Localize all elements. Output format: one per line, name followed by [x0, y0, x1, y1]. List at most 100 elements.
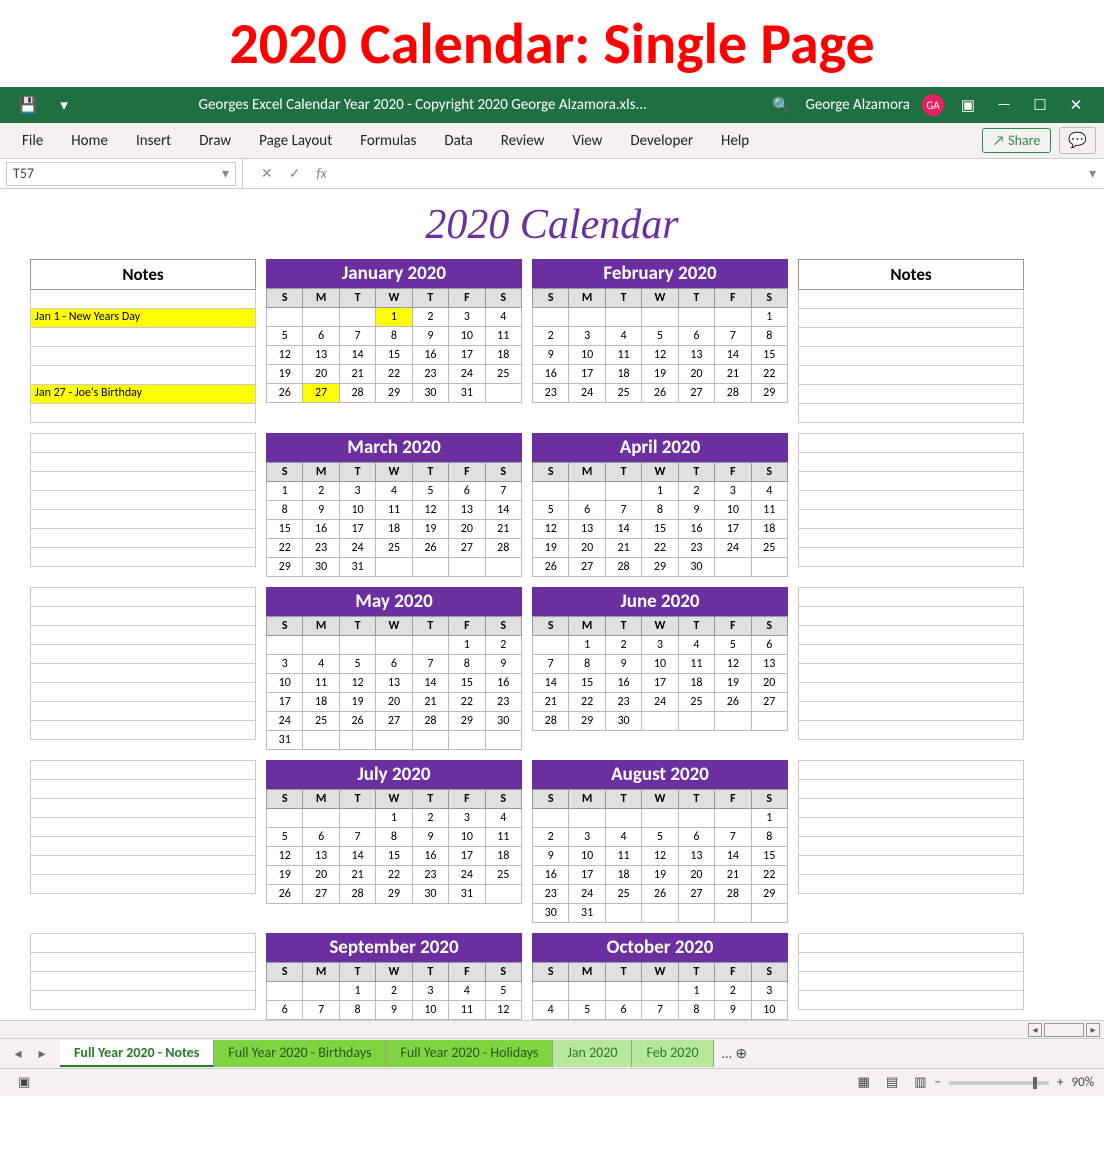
calendar-cell[interactable]: 8 [376, 828, 412, 847]
calendar-cell[interactable]: 20 [678, 365, 714, 384]
calendar-cell[interactable]: 28 [485, 539, 521, 558]
calendar-cell[interactable]: 22 [449, 693, 485, 712]
calendar-cell[interactable]: 29 [751, 885, 787, 904]
note-row[interactable] [31, 529, 255, 548]
calendar-cell[interactable]: 26 [267, 885, 303, 904]
zoom-in[interactable]: + [1057, 1075, 1063, 1090]
calendar-cell[interactable]: 18 [605, 866, 641, 885]
calendar-cell[interactable]: 9 [533, 847, 569, 866]
note-row[interactable] [799, 818, 1023, 837]
note-row[interactable] [799, 664, 1023, 683]
calendar-cell[interactable] [339, 636, 375, 655]
note-row[interactable] [799, 290, 1023, 309]
note-row[interactable] [799, 347, 1023, 366]
zoom-out[interactable]: − [935, 1075, 941, 1090]
calendar-cell[interactable]: 30 [485, 712, 521, 731]
calendar-cell[interactable]: 16 [485, 674, 521, 693]
calendar-cell[interactable]: 7 [715, 327, 751, 346]
calendar-cell[interactable]: 4 [485, 308, 521, 327]
calendar-cell[interactable]: 5 [339, 655, 375, 674]
note-row[interactable] [31, 328, 255, 347]
calendar-cell[interactable]: 8 [678, 1001, 714, 1020]
calendar-cell[interactable]: 4 [751, 482, 787, 501]
calendar-cell[interactable] [751, 712, 787, 731]
calendar-cell[interactable]: 13 [376, 674, 412, 693]
calendar-cell[interactable]: 9 [376, 1001, 412, 1020]
calendar-cell[interactable]: 19 [533, 539, 569, 558]
calendar-cell[interactable]: 2 [303, 482, 339, 501]
calendar-cell[interactable]: 25 [303, 712, 339, 731]
calendar-cell[interactable] [376, 731, 412, 750]
calendar-cell[interactable]: 28 [533, 712, 569, 731]
calendar-cell[interactable]: 31 [267, 731, 303, 750]
note-row[interactable] [31, 702, 255, 721]
fx-icon[interactable]: fx [316, 165, 326, 182]
note-row[interactable] [31, 837, 255, 856]
note-row[interactable] [799, 309, 1023, 328]
note-row[interactable] [31, 434, 255, 453]
name-box[interactable]: T57▾ [6, 162, 236, 186]
calendar-cell[interactable]: 17 [569, 866, 605, 885]
calendar-cell[interactable]: 24 [569, 885, 605, 904]
note-row[interactable] [799, 837, 1023, 856]
calendar-cell[interactable]: 1 [751, 308, 787, 327]
ribbon-tab-page-layout[interactable]: Page Layout [245, 132, 346, 150]
calendar-cell[interactable]: 2 [412, 809, 448, 828]
ribbon-tab-home[interactable]: Home [57, 132, 122, 150]
calendar-cell[interactable]: 19 [715, 674, 751, 693]
enter-icon[interactable]: ✓ [289, 165, 301, 182]
calendar-cell[interactable]: 3 [449, 308, 485, 327]
note-row[interactable] [799, 453, 1023, 472]
calendar-cell[interactable] [678, 809, 714, 828]
calendar-cell[interactable]: 4 [303, 655, 339, 674]
calendar-cell[interactable]: 19 [339, 693, 375, 712]
calendar-cell[interactable]: 2 [605, 636, 641, 655]
calendar-cell[interactable]: 4 [449, 982, 485, 1001]
calendar-cell[interactable]: 2 [533, 327, 569, 346]
calendar-cell[interactable] [339, 809, 375, 828]
calendar-cell[interactable]: 12 [715, 655, 751, 674]
calendar-cell[interactable]: 28 [715, 384, 751, 403]
calendar-cell[interactable]: 14 [715, 847, 751, 866]
calendar-cell[interactable]: 23 [412, 365, 448, 384]
calendar-cell[interactable]: 21 [339, 365, 375, 384]
calendar-cell[interactable] [642, 809, 678, 828]
calendar-cell[interactable]: 22 [376, 866, 412, 885]
calendar-cell[interactable]: 12 [267, 847, 303, 866]
note-row[interactable] [799, 607, 1023, 626]
calendar-cell[interactable] [533, 308, 569, 327]
calendar-cell[interactable]: 24 [642, 693, 678, 712]
calendar-cell[interactable]: 24 [569, 384, 605, 403]
note-row[interactable] [799, 328, 1023, 347]
calendar-cell[interactable]: 26 [642, 885, 678, 904]
calendar-cell[interactable]: 17 [715, 520, 751, 539]
note-row[interactable] [31, 780, 255, 799]
note-row[interactable] [799, 588, 1023, 607]
note-row[interactable] [31, 626, 255, 645]
note-row[interactable] [799, 780, 1023, 799]
calendar-cell[interactable] [533, 809, 569, 828]
calendar-cell[interactable]: 7 [303, 1001, 339, 1020]
calendar-cell[interactable]: 7 [605, 501, 641, 520]
cancel-icon[interactable]: ✕ [261, 165, 273, 182]
calendar-cell[interactable]: 10 [642, 655, 678, 674]
calendar-cell[interactable]: 1 [267, 482, 303, 501]
calendar-cell[interactable] [449, 558, 485, 577]
calendar-cell[interactable]: 19 [267, 866, 303, 885]
page-break-icon[interactable]: ▥ [914, 1075, 926, 1090]
calendar-cell[interactable]: 30 [303, 558, 339, 577]
calendar-cell[interactable]: 5 [412, 482, 448, 501]
calendar-cell[interactable]: 21 [533, 693, 569, 712]
calendar-cell[interactable]: 16 [412, 847, 448, 866]
calendar-cell[interactable] [678, 904, 714, 923]
calendar-cell[interactable] [485, 558, 521, 577]
calendar-cell[interactable]: 15 [376, 847, 412, 866]
calendar-cell[interactable]: 13 [678, 346, 714, 365]
calendar-cell[interactable] [751, 558, 787, 577]
calendar-cell[interactable]: 10 [339, 501, 375, 520]
calendar-cell[interactable]: 31 [569, 904, 605, 923]
calendar-cell[interactable]: 2 [715, 982, 751, 1001]
calendar-cell[interactable]: 3 [569, 327, 605, 346]
note-row[interactable] [799, 972, 1023, 991]
calendar-cell[interactable]: 3 [569, 828, 605, 847]
